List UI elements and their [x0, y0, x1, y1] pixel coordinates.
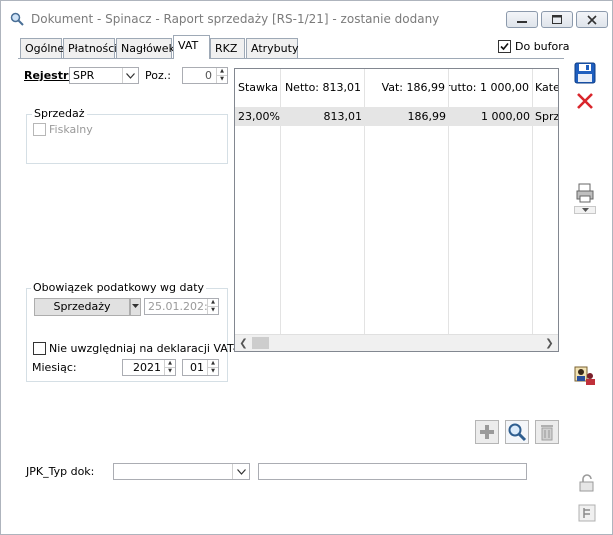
miesiac-month-value: 01 [190, 361, 204, 374]
obowiazek-date-input[interactable]: 25.01.202: ▲ ▼ [144, 298, 219, 315]
scroll-left-arrow-icon[interactable]: ❮ [235, 335, 252, 351]
cell-stawka: 23,00% [238, 110, 280, 123]
chevron-down-icon [236, 468, 246, 475]
tab-ogolne[interactable]: Ogólne [20, 38, 64, 59]
header-brutto[interactable]: Brutto: 1 000,00 [449, 81, 531, 94]
obowiazek-date-spinner[interactable]: ▲ ▼ [207, 299, 218, 314]
lock-icon [579, 474, 594, 492]
obowiazek-mode-dropdown[interactable] [130, 298, 141, 316]
jpk-dropdown-button[interactable] [232, 464, 249, 479]
close-window-button[interactable] [576, 11, 608, 28]
fiskalny-checkbox[interactable] [33, 123, 46, 136]
save-icon [574, 62, 596, 84]
fiskalny-label: Fiskalny [49, 123, 93, 136]
header-netto[interactable]: Netto: 813,01 [281, 81, 363, 94]
vat-grid[interactable]: Stawka Netto: 813,01 Vat: 186,99 Brutto:… [234, 68, 559, 352]
do-bufora-checkbox[interactable] [498, 40, 511, 53]
lock-button[interactable] [575, 471, 599, 495]
close-icon [587, 14, 597, 25]
table-row[interactable]: 23,00% 813,01 186,99 1 000,00 Sprze [235, 107, 558, 126]
users-icon [574, 366, 595, 385]
poz-label: Poz.: [145, 69, 171, 82]
maximize-button[interactable] [541, 11, 573, 28]
obowiazek-mode-button[interactable]: Sprzedaży [34, 298, 130, 316]
obowiazek-group-title: Obowiązek podatkowy wg daty [31, 281, 207, 294]
year-spinner[interactable]: ▲ ▼ [164, 360, 175, 375]
document-window: Dokument - Spinacz - Raport sprzedaży [R… [0, 0, 613, 535]
do-bufora-label: Do bufora [515, 40, 570, 53]
month-spinner[interactable]: ▲ ▼ [207, 360, 218, 375]
scroll-thumb[interactable] [252, 337, 269, 349]
tab-atrybuty[interactable]: Atrybuty [246, 38, 298, 59]
magnifier-app-icon [10, 12, 24, 26]
print-icon [576, 183, 594, 203]
poz-value: 0 [205, 69, 212, 82]
poz-input[interactable]: 0 ▲ ▼ [182, 67, 228, 84]
rejestr-select[interactable]: SPR [69, 67, 139, 84]
grid-header: Stawka Netto: 813,01 Vat: 186,99 Brutto:… [235, 69, 558, 107]
tab-platnosci[interactable]: Płatności [63, 38, 117, 59]
cancel-button[interactable] [573, 89, 597, 113]
search-button[interactable] [505, 420, 529, 444]
minimize-button[interactable] [506, 11, 538, 28]
print-button[interactable] [573, 181, 597, 205]
tab-rkz[interactable]: RKZ [210, 38, 245, 59]
nie-uwzgledniaj-checkbox[interactable] [33, 342, 46, 355]
sprzedaz-group-title: Sprzedaż [32, 107, 87, 120]
nie-uwzgledniaj-label: Nie uwzględniaj na deklaracji VAT-7 [49, 342, 244, 355]
miesiac-label: Miesiąc: [32, 361, 77, 374]
checkmark-icon [500, 42, 509, 51]
maximize-icon [552, 15, 562, 24]
header-brutto-text: Brutto: 1 000,00 [449, 81, 529, 94]
add-button[interactable] [475, 420, 499, 444]
cell-brutto: 1 000,00 [481, 110, 530, 123]
header-stawka[interactable]: Stawka [238, 81, 280, 94]
header-kategoria[interactable]: Kateg [535, 81, 558, 94]
chevron-down-icon [126, 72, 135, 79]
miesiac-year-value: 2021 [133, 361, 161, 374]
jpk-typ-select[interactable] [113, 463, 250, 480]
pin-icon [578, 504, 596, 522]
jpk-description-input[interactable] [258, 463, 527, 480]
pin-button[interactable] [575, 501, 599, 525]
miesiac-month-input[interactable]: 01 ▲ ▼ [182, 359, 219, 376]
add-icon [480, 425, 494, 439]
delete-icon [541, 425, 553, 441]
chevron-down-icon [132, 304, 139, 308]
cell-netto: 813,01 [323, 110, 363, 123]
window-title: Dokument - Spinacz - Raport sprzedaży [R… [31, 12, 440, 26]
save-button[interactable] [573, 61, 597, 85]
cancel-icon [577, 93, 593, 109]
horizontal-scrollbar[interactable]: ❮ ❯ [235, 334, 558, 351]
delete-button[interactable] [535, 420, 559, 444]
rejestr-label: Rejestr: [24, 69, 73, 82]
tab-vat[interactable]: VAT [173, 35, 210, 59]
jpk-label: JPK_Typ dok: [26, 465, 95, 478]
miesiac-year-input[interactable]: 2021 ▲ ▼ [122, 359, 176, 376]
title-bar: Dokument - Spinacz - Raport sprzedaży [R… [1, 1, 612, 35]
rejestr-dropdown-button[interactable] [122, 68, 138, 83]
sprzedaz-group [26, 114, 228, 164]
header-vat[interactable]: Vat: 186,99 [365, 81, 447, 94]
rejestr-value: SPR [73, 69, 95, 82]
chevron-down-icon [581, 208, 589, 212]
obowiazek-date-value: 25.01.202: [148, 300, 208, 313]
cell-vat: 186,99 [407, 110, 447, 123]
tab-naglowek[interactable]: Nagłówek [116, 38, 175, 59]
search-icon [508, 423, 527, 442]
print-dropdown-button[interactable] [574, 206, 596, 214]
minimize-icon [517, 20, 527, 23]
users-button[interactable] [573, 363, 597, 387]
poz-spinner[interactable]: ▲ ▼ [216, 68, 227, 83]
cell-kategoria: Sprze [535, 110, 559, 123]
scroll-right-arrow-icon[interactable]: ❯ [541, 335, 558, 351]
